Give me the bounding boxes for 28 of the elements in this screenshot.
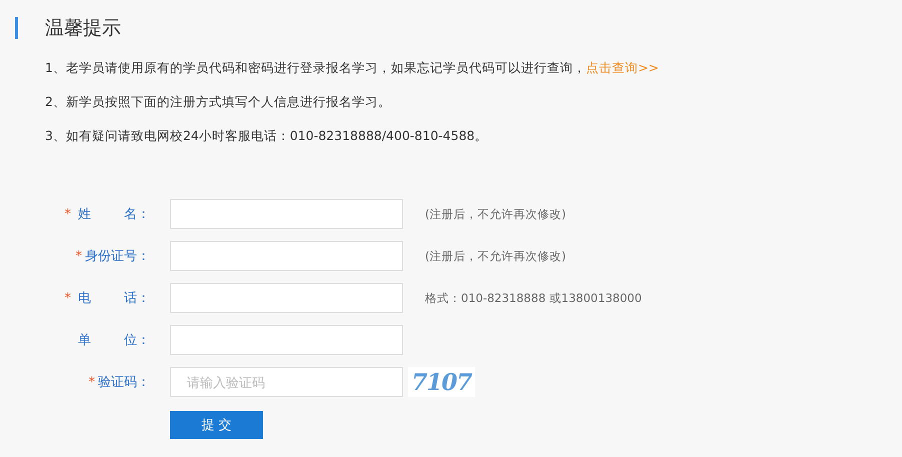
input-field[interactable] bbox=[170, 325, 403, 355]
notice-line: 3、如有疑问请致电网校24小时客服电话：010-82318888/400-810-4588。 bbox=[45, 127, 489, 145]
field-hint: (注册后，不允许再次修改) bbox=[425, 206, 566, 222]
field-label: 位： bbox=[124, 332, 150, 349]
field-label: 姓 bbox=[78, 206, 91, 223]
required-mark: * bbox=[76, 249, 82, 264]
input-field[interactable] bbox=[170, 241, 403, 271]
query-link[interactable]: 点击查询>> bbox=[586, 60, 659, 75]
field-label: 名： bbox=[124, 206, 150, 223]
input-field[interactable] bbox=[170, 199, 403, 229]
field-hint: (注册后，不允许再次修改) bbox=[425, 248, 566, 264]
captcha-image[interactable]: 7107 bbox=[408, 367, 475, 397]
field-label: 身份证号： bbox=[85, 248, 150, 265]
field-label: 验证码： bbox=[98, 374, 150, 391]
title-accent-bar bbox=[15, 17, 18, 39]
notice-line: 2、新学员按照下面的注册方式填写个人信息进行报名学习。 bbox=[45, 93, 392, 111]
field-label: 电 bbox=[78, 290, 91, 307]
input-field[interactable] bbox=[170, 283, 403, 313]
field-label: 话： bbox=[124, 290, 150, 307]
required-mark: * bbox=[88, 375, 95, 390]
submit-button[interactable]: 提 交 bbox=[170, 411, 263, 439]
notice-line: 1、老学员请使用原有的学员代码和密码进行登录报名学习，如果忘记学员代码可以进行查询，点击查询>> bbox=[45, 59, 660, 77]
field-label: 单 bbox=[78, 332, 91, 349]
required-mark: * bbox=[64, 207, 71, 222]
input-field[interactable]: 请输入验证码 bbox=[170, 367, 403, 397]
required-mark: * bbox=[64, 291, 71, 306]
field-hint: 格式：010-82318888 或13800138000 bbox=[425, 290, 642, 306]
section-title: 温馨提示 bbox=[45, 16, 121, 41]
